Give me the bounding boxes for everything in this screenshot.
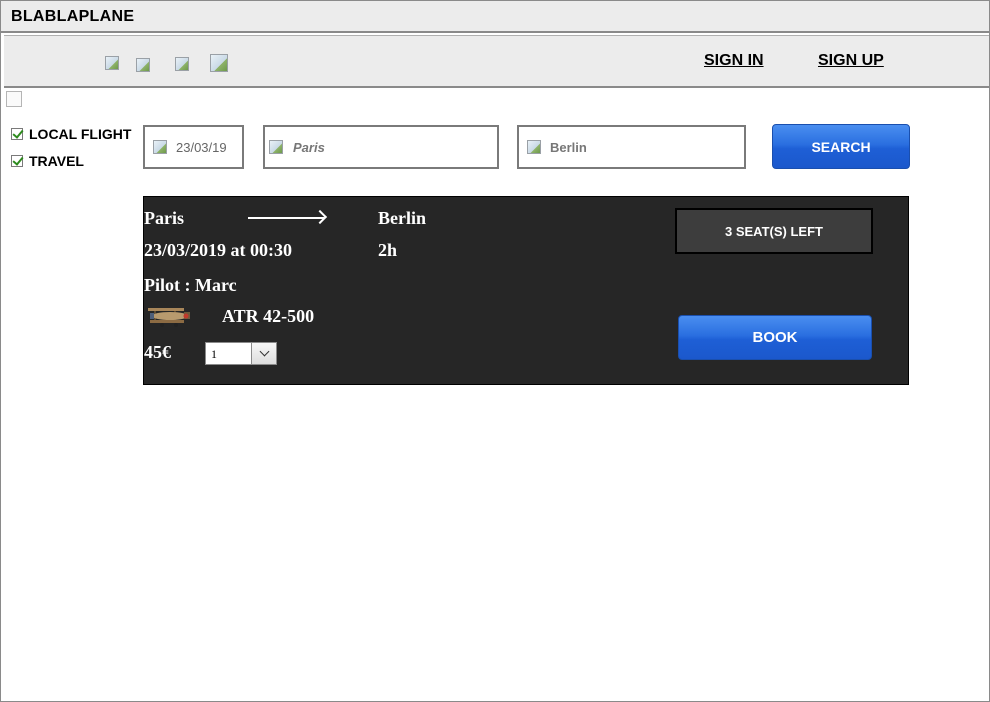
departure-icon	[269, 140, 283, 154]
filter-travel[interactable]: TRAVEL	[11, 153, 84, 169]
origin-input[interactable]: Paris	[263, 125, 499, 169]
title-bar: BLABLAPLANE	[1, 1, 989, 33]
seat-count-select[interactable]: 1	[205, 342, 277, 365]
sign-up-link[interactable]: SIGN UP	[818, 52, 884, 70]
image-placeholder-icon[interactable]	[210, 54, 228, 72]
nav-bar: SIGN IN SIGN UP	[4, 35, 989, 88]
local-flight-label: LOCAL FLIGHT	[29, 126, 132, 142]
image-placeholder-icon[interactable]	[175, 57, 189, 71]
flight-result-card: Paris Berlin 23/03/2019 at 00:30 2h Pilo…	[143, 196, 909, 385]
filter-local-flight[interactable]: LOCAL FLIGHT	[11, 126, 131, 142]
chevron-down-icon[interactable]	[251, 343, 276, 364]
aircraft-model: ATR 42-500	[222, 306, 315, 326]
date-value: 23/03/19	[176, 139, 227, 155]
flight-pilot: Pilot : Marc	[144, 275, 237, 295]
app-window: BLABLAPLANE SIGN IN SIGN UP LOCAL FLIGHT…	[0, 0, 990, 702]
book-button[interactable]: BOOK	[678, 315, 872, 360]
airplane-icon	[148, 308, 190, 327]
seats-left-badge: 3 SEAT(S) LEFT	[675, 208, 873, 254]
destination-value: Berlin	[550, 139, 587, 155]
travel-label: TRAVEL	[29, 153, 84, 169]
date-input[interactable]: 23/03/19	[143, 125, 244, 169]
sign-in-link[interactable]: SIGN IN	[704, 52, 764, 70]
travel-checkbox[interactable]	[11, 155, 23, 167]
flight-duration: 2h	[378, 240, 398, 260]
flight-origin: Paris	[144, 208, 184, 228]
broken-image-icon	[6, 91, 22, 107]
arrival-icon	[527, 140, 541, 154]
calendar-icon	[153, 140, 167, 154]
flight-datetime: 23/03/2019 at 00:30	[144, 240, 292, 260]
image-placeholder-icon[interactable]	[136, 58, 150, 72]
destination-input[interactable]: Berlin	[517, 125, 746, 169]
seat-count-value: 1	[211, 347, 217, 361]
flight-destination: Berlin	[378, 208, 426, 228]
search-button[interactable]: SEARCH	[772, 124, 910, 169]
app-title: BLABLAPLANE	[11, 8, 135, 25]
flight-price: 45€	[144, 342, 171, 362]
origin-value: Paris	[293, 139, 325, 155]
arrow-right-icon	[248, 217, 324, 219]
local-flight-checkbox[interactable]	[11, 128, 23, 140]
image-placeholder-icon[interactable]	[105, 56, 119, 70]
